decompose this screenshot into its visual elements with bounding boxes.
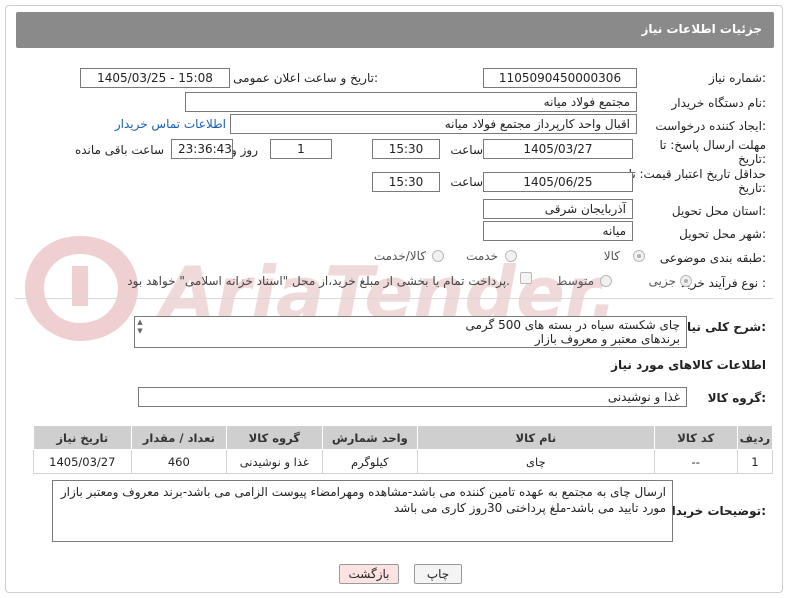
col-name-header: نام کالا <box>417 425 655 450</box>
category-goods-service-label: کالا/خدمت <box>373 249 426 263</box>
buyer-org-label: نام دستگاه خریدار: <box>671 96 767 110</box>
cell-code: -- <box>653 449 738 474</box>
card-header: جزئیات اطلاعات نیاز <box>16 12 774 48</box>
cell-unit: کیلوگرم <box>321 449 419 474</box>
contact-info-link[interactable]: اطلاعات تماس خریدار <box>115 117 226 131</box>
need-number-field: 1105090450000306 <box>483 68 637 88</box>
buyer-notes-textarea[interactable]: ارسال چای به مجتمع به عهده تامین کننده م… <box>52 480 673 542</box>
scroll-up-icon[interactable]: ▲ <box>134 318 146 327</box>
goods-group-label: گروه کالا: <box>707 391 766 405</box>
validity-date-field: 1405/06/25 <box>483 172 633 192</box>
remaining-label: ساعت باقی مانده <box>74 143 164 157</box>
category-radio-goods-service[interactable] <box>432 250 444 262</box>
cell-row: 1 <box>736 449 774 474</box>
category-goods-label: کالا <box>603 249 620 263</box>
reply-date-field: 1405/03/27 <box>483 139 633 159</box>
table-header-row: ردیف کد کالا نام کالا واحد شمارش گروه کا… <box>33 425 774 450</box>
announce-datetime-label: تاریخ و ساعت اعلان عمومی: <box>233 71 378 85</box>
purchase-minor-label: جزیی <box>648 274 676 288</box>
textarea-scroll-arrows[interactable]: ▲ ▼ <box>134 318 146 346</box>
scroll-down-icon[interactable]: ▼ <box>134 327 146 336</box>
remaining-time-field: 23:36:43 <box>171 139 233 159</box>
goods-group-field: غذا و نوشیدنی <box>138 387 687 407</box>
need-description-label: شرح کلی نیاز: <box>680 320 766 334</box>
category-radio-service[interactable] <box>505 250 517 262</box>
need-description-line2: برندهای معتبر و معروف بازار <box>534 332 680 346</box>
category-label: طبقه بندی موضوعی: <box>659 251 766 265</box>
col-group-header: گروه کالا <box>226 425 323 450</box>
province-field: آذربایجان شرقی <box>483 199 633 219</box>
city-field: میانه <box>483 221 633 241</box>
category-service-label: خدمت <box>466 249 498 263</box>
reply-days-field: 1 <box>270 139 332 159</box>
page-title: جزئیات اطلاعات نیاز <box>641 22 762 36</box>
cell-name: چای <box>417 449 655 474</box>
cell-group: غذا و نوشیدنی <box>226 449 323 474</box>
col-row-header: ردیف <box>736 425 774 450</box>
need-description-textarea[interactable]: چای شکسته سیاه در بسته های 500 گرمی برند… <box>134 316 687 348</box>
reply-time-field: 15:30 <box>372 139 440 159</box>
purchase-radio-minor[interactable] <box>680 275 692 287</box>
table-row[interactable]: 1 -- چای کیلوگرم غذا و نوشیدنی 460 1405/… <box>33 449 774 474</box>
reply-time-label: ساعت <box>450 143 483 157</box>
price-validity-label: حداقل تاریخ اعتبار قیمت: تا تاریخ: <box>628 167 766 195</box>
category-radio-goods[interactable] <box>633 250 645 262</box>
validity-time-label: ساعت <box>450 175 483 189</box>
purchase-radio-medium[interactable] <box>600 275 612 287</box>
announce-datetime-field: 1405/03/25 - 15:08 <box>80 68 230 88</box>
goods-info-heading: اطلاعات کالاهای مورد نیاز <box>611 358 766 372</box>
treasury-payment-checkbox[interactable] <box>520 272 532 284</box>
cell-qty: 460 <box>130 449 228 474</box>
goods-table: ردیف کد کالا نام کالا واحد شمارش گروه کا… <box>33 425 774 474</box>
cell-date: 1405/03/27 <box>33 449 132 474</box>
col-qty-header: تعداد / مقدار <box>130 425 228 450</box>
purchase-type-label: نوع فرآیند خرید : <box>681 276 766 290</box>
requester-field: اقبال واحد کارپرداز مجتمع فولاد میانه <box>230 114 637 134</box>
validity-time-field: 15:30 <box>372 172 440 192</box>
reply-deadline-label: مهلت ارسال پاسخ: تا تاریخ: <box>659 138 766 166</box>
section-divider <box>15 298 773 299</box>
delivery-city-label: شهر محل تحویل: <box>679 227 766 241</box>
back-button[interactable]: بازگشت <box>339 564 399 584</box>
col-unit-header: واحد شمارش <box>321 425 419 450</box>
buyer-notes-label: توضیحات خریدار: <box>664 504 766 518</box>
buyer-org-field: مجتمع فولاد میانه <box>185 92 637 112</box>
col-code-header: کد کالا <box>653 425 738 450</box>
print-button[interactable]: چاپ <box>414 564 462 584</box>
treasury-payment-label: پرداخت تمام یا بخشی از مبلغ خرید،از محل … <box>127 274 510 288</box>
need-description-line1: چای شکسته سیاه در بسته های 500 گرمی <box>465 318 680 332</box>
purchase-medium-label: متوسط <box>556 274 594 288</box>
requester-label: ایجاد کننده درخواست: <box>655 119 766 133</box>
need-number-label: شماره نیاز: <box>708 71 766 85</box>
col-date-header: تاریخ نیاز <box>33 425 132 450</box>
days-and-label: روز و <box>231 143 258 157</box>
delivery-province-label: استان محل تحویل: <box>671 204 766 218</box>
